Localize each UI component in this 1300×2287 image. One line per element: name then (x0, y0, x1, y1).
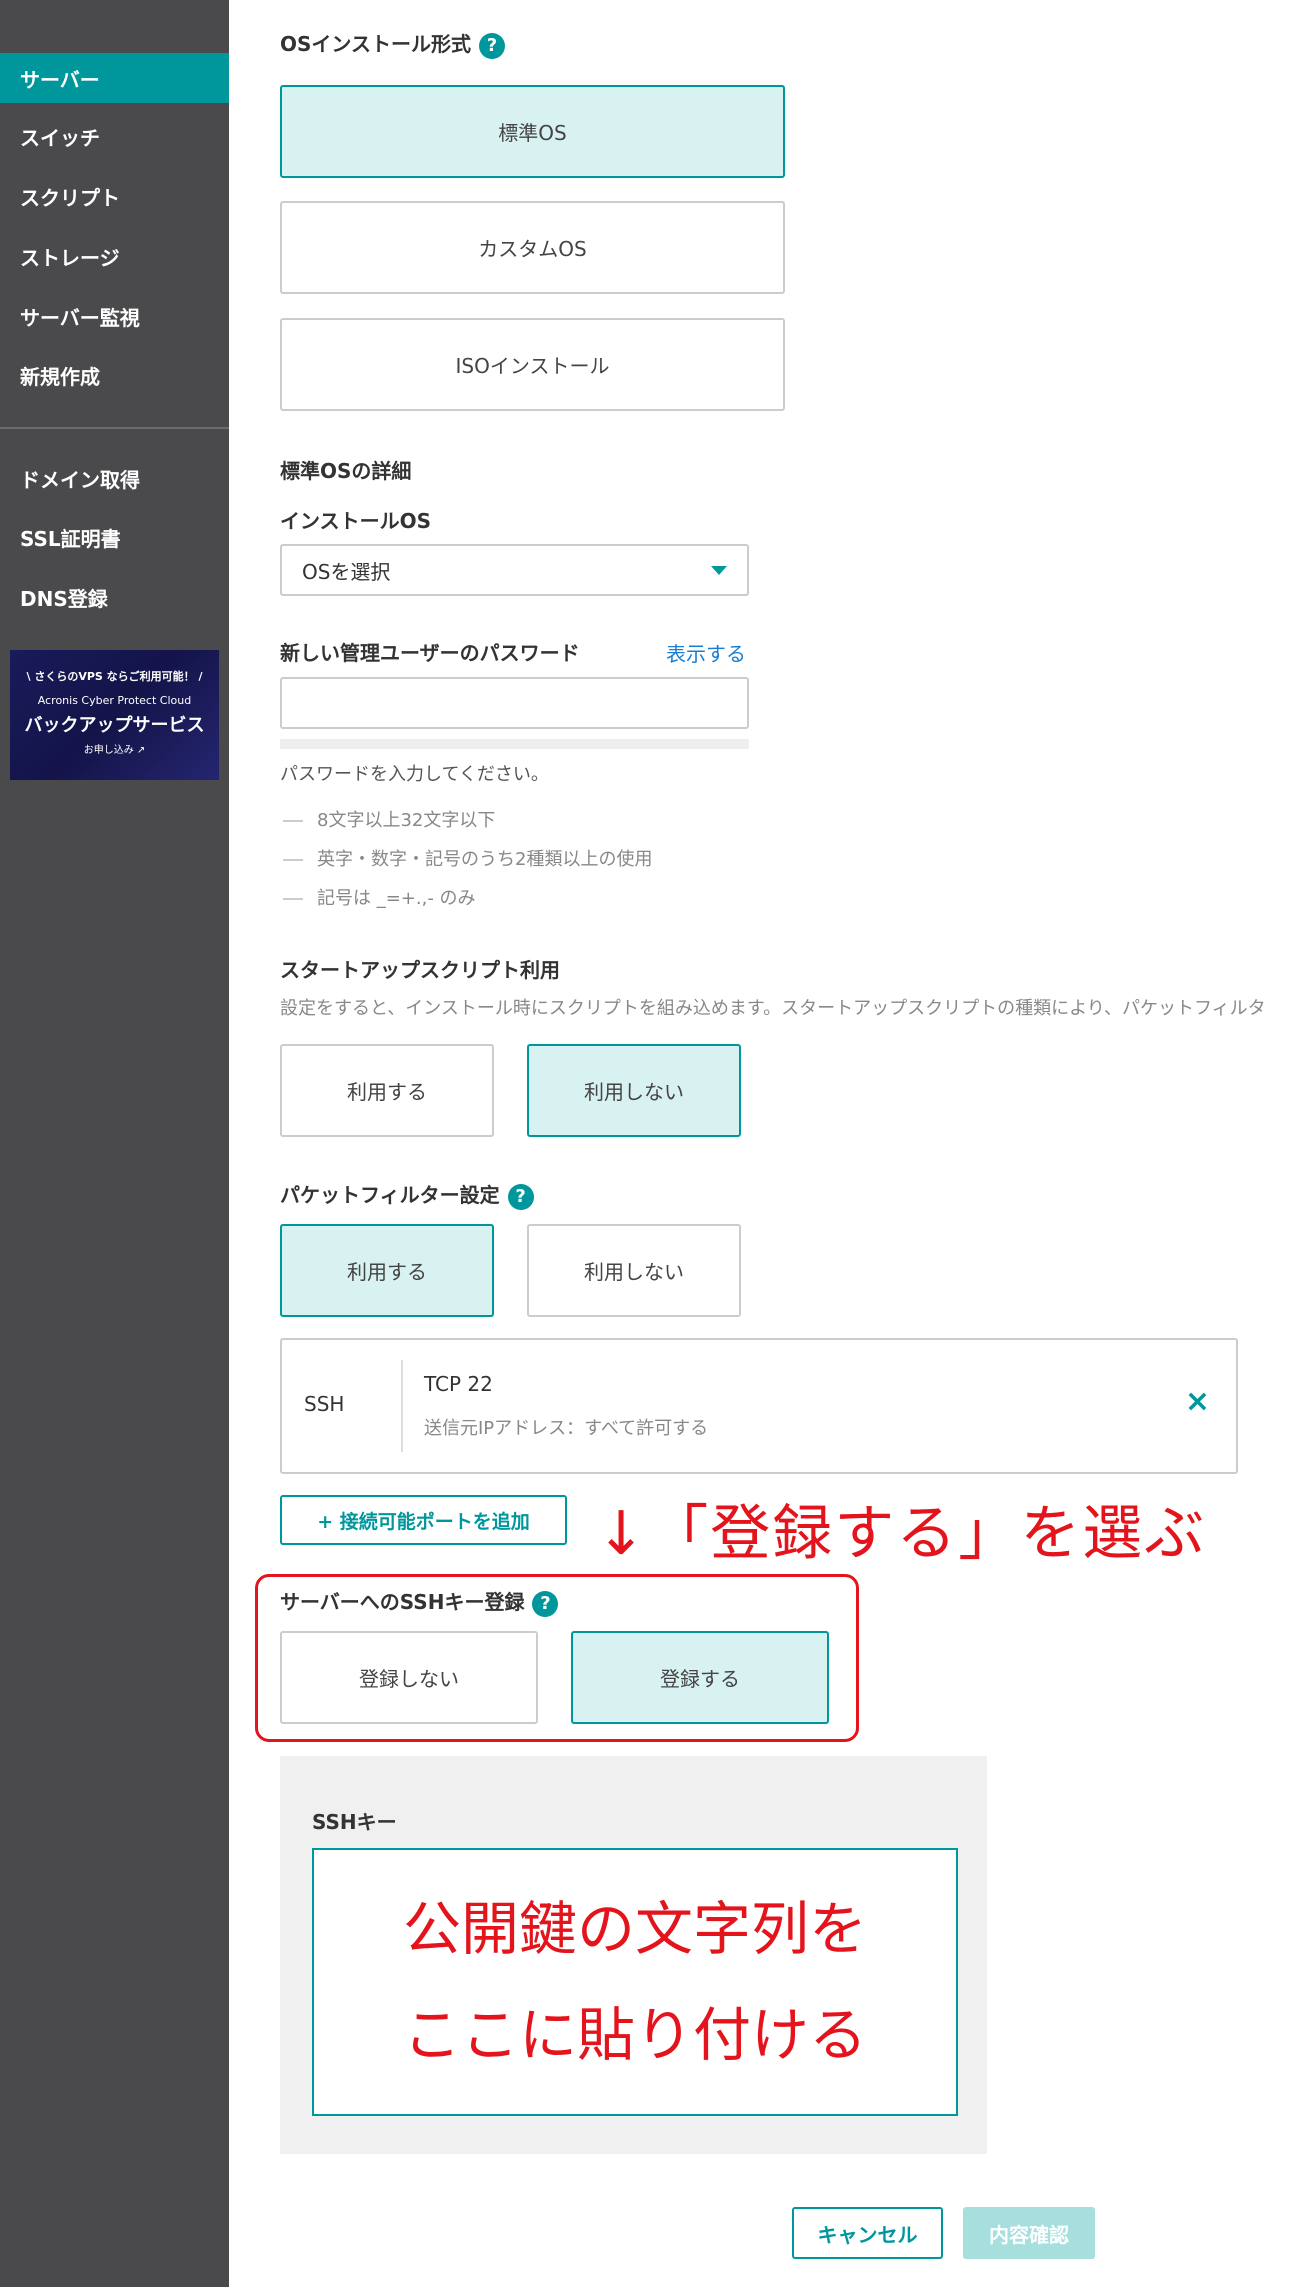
banner-line4: お申し込み ↗ (83, 745, 146, 756)
password-label: 新しい管理ユーザーのパスワード (280, 641, 580, 665)
dash-icon (283, 898, 303, 900)
sidebar-item-ssl[interactable]: SSL証明書 (0, 512, 229, 562)
help-icon[interactable]: ? (507, 1183, 534, 1210)
startup-script-no-use-option[interactable]: 利用しない (527, 1044, 741, 1137)
os-install-heading: OSインストール形式? (280, 28, 506, 59)
startup-script-description: 設定をすると、インストール時にスクリプトを組み込めます。スタートアップスクリプト… (280, 998, 1266, 1019)
rule-divider (401, 1360, 403, 1452)
password-rule: 8文字以上32文字以下 (283, 806, 495, 832)
option-standard-os[interactable]: 標準OS (280, 85, 785, 178)
help-icon[interactable]: ? (479, 32, 506, 59)
option-iso-install[interactable]: ISOインストール (280, 318, 785, 411)
rule-source: 送信元IPアドレス：すべて許可する (424, 1418, 709, 1439)
password-input[interactable] (280, 677, 749, 729)
cancel-button[interactable]: キャンセル (792, 2207, 943, 2259)
annotation-paste-line2: ここに貼り付ける (402, 2001, 867, 2069)
dash-icon (283, 820, 303, 822)
rule-protocol: TCP 22 (424, 1372, 493, 1396)
standard-os-heading: 標準OSの詳細 (280, 459, 412, 483)
sidebar-item-server[interactable]: サーバー (0, 53, 229, 103)
os-select-value: OSを選択 (302, 559, 391, 584)
ssh-key-no-register-option[interactable]: 登録しない (280, 1631, 538, 1724)
banner-line2: Acronis Cyber Protect Cloud (37, 694, 192, 707)
rule-name: SSH (304, 1392, 345, 1416)
password-strength-bar (280, 739, 749, 749)
sidebar-item-server-monitor[interactable]: サーバー監視 (0, 291, 229, 341)
password-rule-text: 8文字以上32文字以下 (317, 810, 496, 831)
ssh-key-label: SSHキー (312, 1810, 397, 1834)
sidebar-item-script[interactable]: スクリプト (0, 171, 229, 221)
sidebar: サーバー スイッチ スクリプト ストレージ サーバー監視 新規作成 ドメイン取得… (0, 0, 229, 2287)
help-icon[interactable]: ? (532, 1590, 559, 1617)
dash-icon (283, 859, 303, 861)
password-rule: 記号は _=+.,- のみ (283, 884, 476, 910)
os-install-heading-label: OSインストール形式 (280, 32, 472, 56)
sidebar-item-dns[interactable]: DNS登録 (0, 572, 229, 622)
packet-filter-use-option[interactable]: 利用する (280, 1224, 494, 1317)
sidebar-item-storage[interactable]: ストレージ (0, 231, 229, 281)
annotation-paste-line1: 公開鍵の文字列を (402, 1895, 867, 1963)
ssh-key-textarea[interactable]: 公開鍵の文字列を ここに貼り付ける (312, 1848, 958, 2116)
ssh-key-register-heading: サーバーへのSSHキー登録? (280, 1586, 559, 1617)
packet-filter-rule: SSH TCP 22 送信元IPアドレス：すべて許可する × (280, 1338, 1238, 1474)
install-os-label: インストールOS (280, 509, 432, 533)
password-rule-text: 記号は _=+.,- のみ (317, 888, 476, 909)
startup-script-use-option[interactable]: 利用する (280, 1044, 494, 1137)
ssh-key-register-option[interactable]: 登録する (571, 1631, 829, 1724)
show-password-link[interactable]: 表示する (666, 638, 746, 667)
packet-filter-heading: パケットフィルター設定? (280, 1179, 534, 1210)
sidebar-item-domain[interactable]: ドメイン取得 (0, 453, 229, 503)
sidebar-item-switch[interactable]: スイッチ (0, 111, 229, 161)
close-icon[interactable]: × (1185, 1384, 1210, 1419)
sidebar-divider (0, 427, 229, 429)
add-port-button[interactable]: + 接続可能ポートを追加 (280, 1495, 567, 1545)
banner-line1: \ さくらのVPS ならご利用可能！ / (26, 670, 203, 683)
password-prompt: パスワードを入力してください。 (280, 764, 549, 785)
sidebar-item-new[interactable]: 新規作成 (0, 350, 229, 400)
password-rule: 英字・数字・記号のうち2種類以上の使用 (283, 845, 652, 871)
packet-filter-no-use-option[interactable]: 利用しない (527, 1224, 741, 1317)
backup-service-banner[interactable]: \ さくらのVPS ならご利用可能！ / Acronis Cyber Prote… (10, 650, 219, 780)
banner-line3: バックアップサービス (24, 715, 205, 736)
chevron-down-icon (711, 566, 727, 575)
option-custom-os[interactable]: カスタムOS (280, 201, 785, 294)
annotation-arrow-text: ↓「登録する」を選ぶ (596, 1499, 1207, 1569)
confirm-button[interactable]: 内容確認 (963, 2207, 1095, 2259)
ssh-key-register-heading-label: サーバーへのSSHキー登録 (280, 1590, 525, 1614)
packet-filter-heading-label: パケットフィルター設定 (280, 1183, 500, 1207)
startup-script-heading: スタートアップスクリプト利用 (280, 958, 560, 982)
ssh-key-panel: SSHキー 公開鍵の文字列を ここに貼り付ける (280, 1756, 987, 2154)
password-rule-text: 英字・数字・記号のうち2種類以上の使用 (317, 849, 653, 870)
os-select[interactable]: OSを選択 (280, 544, 749, 596)
